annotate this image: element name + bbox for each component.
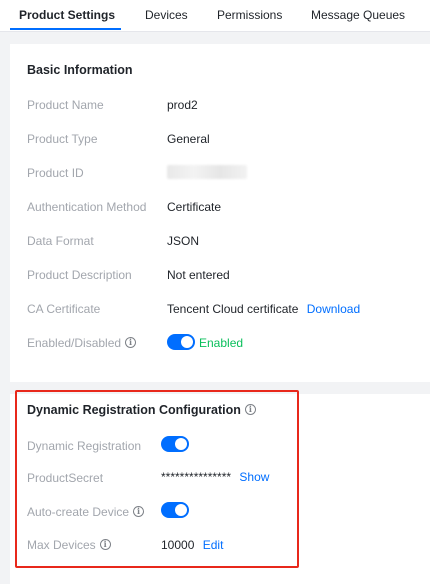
download-link[interactable]: Download — [307, 302, 360, 316]
basic-information-title: Basic Information — [27, 63, 133, 77]
basic-information-card: Basic Information Product Name prod2 Pro… — [10, 44, 430, 382]
active-tab-indicator — [10, 28, 121, 30]
tab-bar: Product Settings Devices Permissions Mes… — [0, 0, 430, 32]
highlight-box — [15, 390, 299, 568]
ca-certificate-value: Tencent Cloud certificate Download — [167, 302, 360, 316]
data-format-value: JSON — [167, 234, 200, 248]
tab-permissions[interactable]: Permissions — [217, 8, 282, 22]
product-name-value: prod2 — [167, 98, 198, 112]
product-description-value: Not entered — [167, 268, 230, 282]
info-circle-icon[interactable]: i — [125, 337, 137, 349]
ca-certificate-label: CA Certificate — [27, 302, 101, 316]
tab-product-settings[interactable]: Product Settings — [19, 8, 115, 22]
authentication-method-label: Authentication Method — [27, 200, 147, 214]
product-name-label: Product Name — [27, 98, 104, 112]
authentication-method-value: Certificate — [167, 200, 222, 214]
product-id-label: Product ID — [27, 166, 84, 180]
enabled-toggle[interactable] — [167, 334, 195, 350]
data-format-label: Data Format — [27, 234, 94, 248]
product-type-label: Product Type — [27, 132, 98, 146]
enabled-disabled-label: Enabled/Disabled i — [27, 336, 137, 350]
tab-devices[interactable]: Devices — [145, 8, 188, 22]
product-type-value: General — [167, 132, 210, 146]
ca-certificate-text: Tencent Cloud certificate — [167, 302, 299, 316]
product-id-redacted — [167, 165, 247, 179]
product-description-label: Product Description — [27, 268, 132, 282]
tab-message-queues[interactable]: Message Queues — [311, 8, 405, 22]
enabled-disabled-label-text: Enabled/Disabled — [27, 336, 122, 350]
enabled-status-text: Enabled — [199, 336, 244, 350]
